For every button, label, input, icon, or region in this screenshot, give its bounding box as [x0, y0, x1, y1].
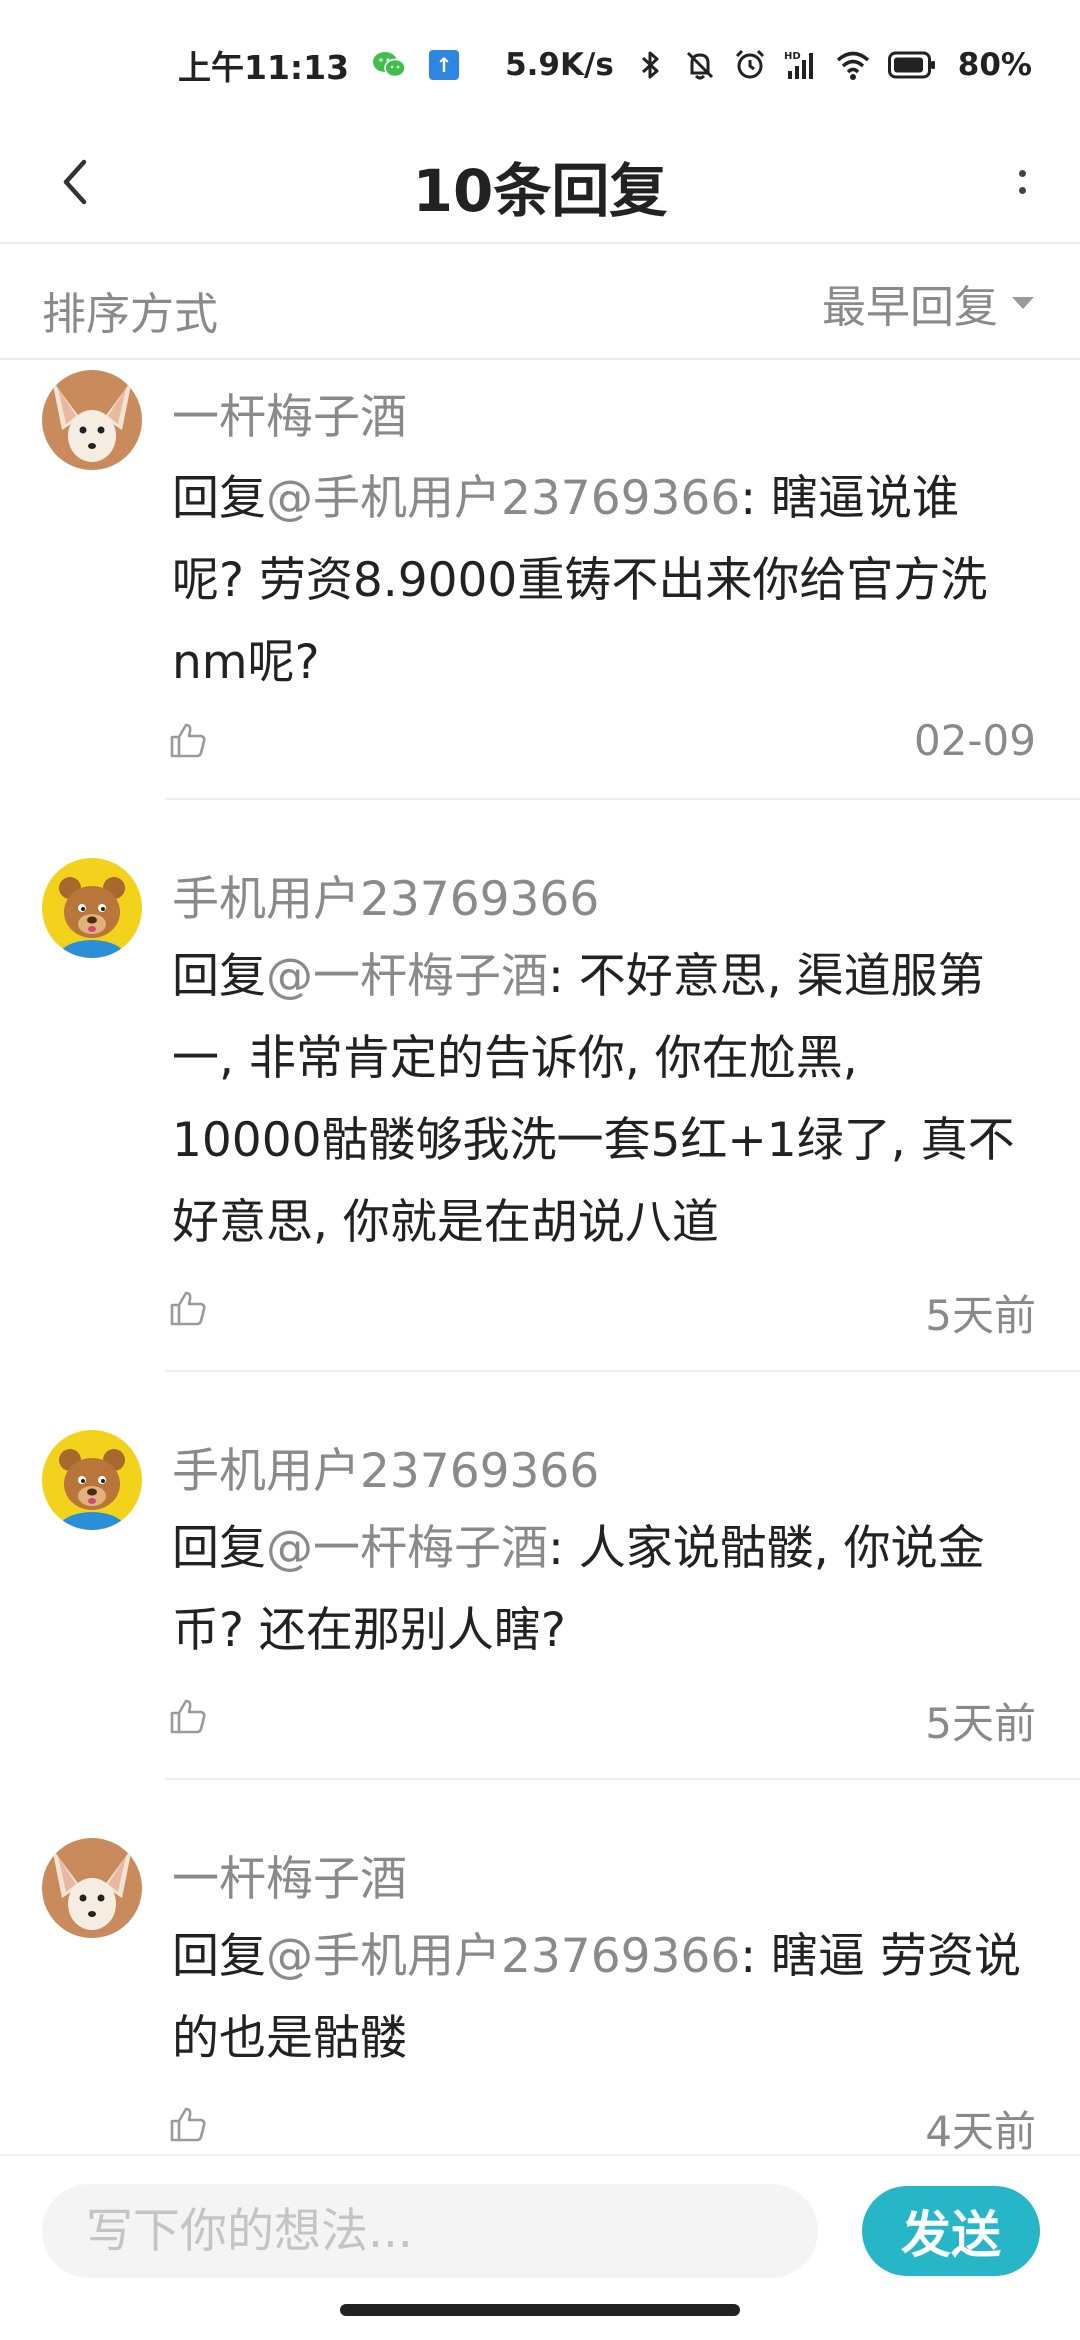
sort-bar: 排序方式 最早回复	[0, 246, 1080, 360]
thumbs-up-icon	[170, 2107, 206, 2142]
comment-author[interactable]: 一杆梅子酒	[172, 378, 407, 447]
comment-author[interactable]: 手机用户23769366	[172, 1432, 599, 1501]
comment-author[interactable]: 手机用户23769366	[172, 860, 599, 929]
comment-list[interactable]: 一杆梅子酒 回复@手机用户23769366: 瞎逼说谁呢? 劳资8.9000重铸…	[0, 362, 1080, 2154]
battery-icon	[887, 51, 936, 79]
caret-down-icon	[1012, 297, 1034, 309]
page-title: 10条回复	[412, 157, 668, 225]
like-button[interactable]	[166, 718, 210, 762]
status-bar: 上午11:13 ↑ 5.9K/s HD 80%	[0, 0, 1080, 120]
more-dot-icon	[1018, 170, 1026, 177]
avatar[interactable]	[42, 1838, 142, 1938]
comment-author[interactable]: 一杆梅子酒	[172, 1840, 407, 1909]
mention-link[interactable]: @手机用户23769366	[266, 1929, 740, 1984]
reply-prefix: 回复	[172, 1521, 266, 1576]
bear-avatar-icon	[42, 1430, 142, 1530]
comment-input[interactable]	[42, 2184, 818, 2278]
comment-content: 回复@一杆梅子酒: 人家说骷髅, 你说金币? 还在那别人瞎?	[172, 1508, 1022, 1672]
avatar[interactable]	[42, 858, 142, 958]
upload-icon: ↑	[429, 50, 460, 80]
comment-item: 一杆梅子酒 回复@手机用户23769366: 瞎逼说谁呢? 劳资8.9000重铸…	[0, 362, 1080, 800]
screen: 上午11:13 ↑ 5.9K/s HD 80% 10条回复 排序方式 最早回复 …	[0, 0, 1080, 2340]
comment-input-bar: 发送	[0, 2154, 1080, 2294]
more-dot-icon	[1018, 187, 1026, 194]
svg-text:HD: HD	[784, 51, 801, 62]
sort-select[interactable]: 最早回复	[822, 276, 1034, 333]
battery-percent: 80%	[957, 47, 1032, 83]
sort-label: 排序方式	[42, 289, 218, 340]
net-speed: 5.9K/s	[505, 47, 614, 83]
avatar[interactable]	[42, 370, 142, 470]
status-left: 上午11:13 ↑	[178, 40, 460, 90]
comment-content: 回复@手机用户23769366: 瞎逼说谁呢? 劳资8.9000重铸不出来你给官…	[172, 458, 1022, 704]
send-button[interactable]: 发送	[862, 2186, 1040, 2276]
nav-bar: 10条回复	[0, 120, 1080, 244]
thumbs-up-icon	[170, 1699, 206, 1734]
comment-item: 手机用户23769366 回复@一杆梅子酒: 不好意思, 渠道服第一, 非常肯定…	[0, 800, 1080, 1372]
reply-prefix: 回复	[172, 471, 266, 526]
fox-avatar-icon	[42, 1838, 142, 1938]
more-options-button[interactable]	[992, 142, 1052, 222]
avatar[interactable]	[42, 1430, 142, 1530]
thumbs-up-icon	[170, 723, 206, 758]
status-time: 上午11:13	[178, 48, 350, 87]
comment-content: 回复@手机用户23769366: 瞎逼 劳资说的也是骷髅	[172, 1916, 1022, 2080]
fox-avatar-icon	[42, 370, 142, 470]
bear-avatar-icon	[42, 858, 142, 958]
comment-content: 回复@一杆梅子酒: 不好意思, 渠道服第一, 非常肯定的告诉你, 你在尬黑, 1…	[172, 936, 1022, 1264]
sort-value: 最早回复	[822, 282, 998, 333]
like-button[interactable]	[166, 1694, 210, 1738]
mention-link[interactable]: @一杆梅子酒	[266, 949, 548, 1004]
thumbs-up-icon	[170, 1291, 206, 1326]
mention-link[interactable]: @一杆梅子酒	[266, 1521, 548, 1576]
alarm-icon	[735, 49, 764, 79]
comment-time: 5天前	[925, 1699, 1036, 1748]
bluetooth-icon	[641, 51, 659, 79]
reply-prefix: 回复	[172, 1929, 266, 1984]
wifi-icon	[836, 51, 869, 80]
comment-item: 手机用户23769366 回复@一杆梅子酒: 人家说骷髅, 你说金币? 还在那别…	[0, 1372, 1080, 1780]
like-button[interactable]	[166, 2102, 210, 2146]
comment-time: 02-09	[913, 716, 1036, 765]
mute-bell-icon	[686, 51, 713, 80]
comment-time: 4天前	[925, 2107, 1036, 2154]
hd-signal-icon: HD	[784, 51, 813, 79]
home-indicator[interactable]	[340, 2304, 740, 2316]
reply-prefix: 回复	[172, 949, 266, 1004]
wechat-icon	[371, 50, 407, 80]
status-right: 5.9K/s HD 80%	[505, 40, 1032, 90]
mention-link[interactable]: @手机用户23769366	[266, 471, 740, 526]
comment-time: 5天前	[925, 1291, 1036, 1340]
like-button[interactable]	[166, 1286, 210, 1330]
comment-item: 一杆梅子酒 回复@手机用户23769366: 瞎逼 劳资说的也是骷髅 4天前	[0, 1780, 1080, 2154]
